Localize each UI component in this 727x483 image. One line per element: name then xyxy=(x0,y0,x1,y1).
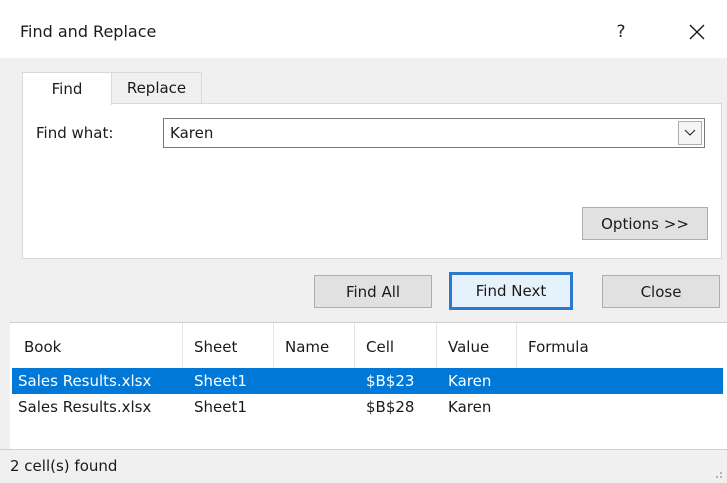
chevron-down-glyph xyxy=(684,129,696,136)
find-what-combobox[interactable] xyxy=(163,118,705,148)
result-row[interactable]: Sales Results.xlsx Sheet1 $B$23 Karen xyxy=(12,368,723,394)
column-header-cell[interactable]: Cell xyxy=(366,338,394,356)
result-value: Karen xyxy=(448,398,492,416)
chevron-down-icon[interactable] xyxy=(678,121,702,145)
find-what-label: Find what: xyxy=(36,124,114,142)
result-book: Sales Results.xlsx xyxy=(18,398,152,416)
options-button[interactable]: Options >> xyxy=(582,207,708,240)
status-text: 2 cell(s) found xyxy=(10,457,118,475)
tab-replace[interactable]: Replace xyxy=(112,72,202,104)
result-cell: $B$28 xyxy=(366,398,415,416)
find-all-button[interactable]: Find All xyxy=(314,275,432,308)
result-value: Karen xyxy=(448,372,492,390)
result-sheet: Sheet1 xyxy=(194,372,247,390)
result-row[interactable]: Sales Results.xlsx Sheet1 $B$28 Karen xyxy=(12,394,723,420)
column-divider[interactable] xyxy=(273,323,274,368)
result-sheet: Sheet1 xyxy=(194,398,247,416)
result-cell: $B$23 xyxy=(366,372,415,390)
column-header-sheet[interactable]: Sheet xyxy=(194,338,237,356)
status-divider xyxy=(0,449,727,450)
column-divider[interactable] xyxy=(516,323,517,368)
column-header-book[interactable]: Book xyxy=(24,338,61,356)
close-x-glyph xyxy=(689,24,705,40)
tab-find[interactable]: Find xyxy=(22,72,112,105)
result-book: Sales Results.xlsx xyxy=(18,372,152,390)
find-next-label: Find Next xyxy=(451,274,571,308)
dialog-title: Find and Replace xyxy=(20,22,157,41)
tab-replace-label: Replace xyxy=(126,79,187,97)
column-header-name[interactable]: Name xyxy=(285,338,329,356)
tab-find-label: Find xyxy=(51,80,83,98)
help-button[interactable]: ? xyxy=(596,12,646,52)
column-divider[interactable] xyxy=(354,323,355,368)
column-header-value[interactable]: Value xyxy=(448,338,489,356)
resize-grip-icon[interactable] xyxy=(713,469,723,479)
column-divider[interactable] xyxy=(436,323,437,368)
column-header-formula[interactable]: Formula xyxy=(528,338,589,356)
close-icon[interactable] xyxy=(672,12,722,52)
close-button[interactable]: Close xyxy=(602,275,720,308)
find-next-button[interactable]: Find Next xyxy=(449,272,573,310)
find-what-input[interactable] xyxy=(164,119,672,147)
column-divider[interactable] xyxy=(182,323,183,368)
